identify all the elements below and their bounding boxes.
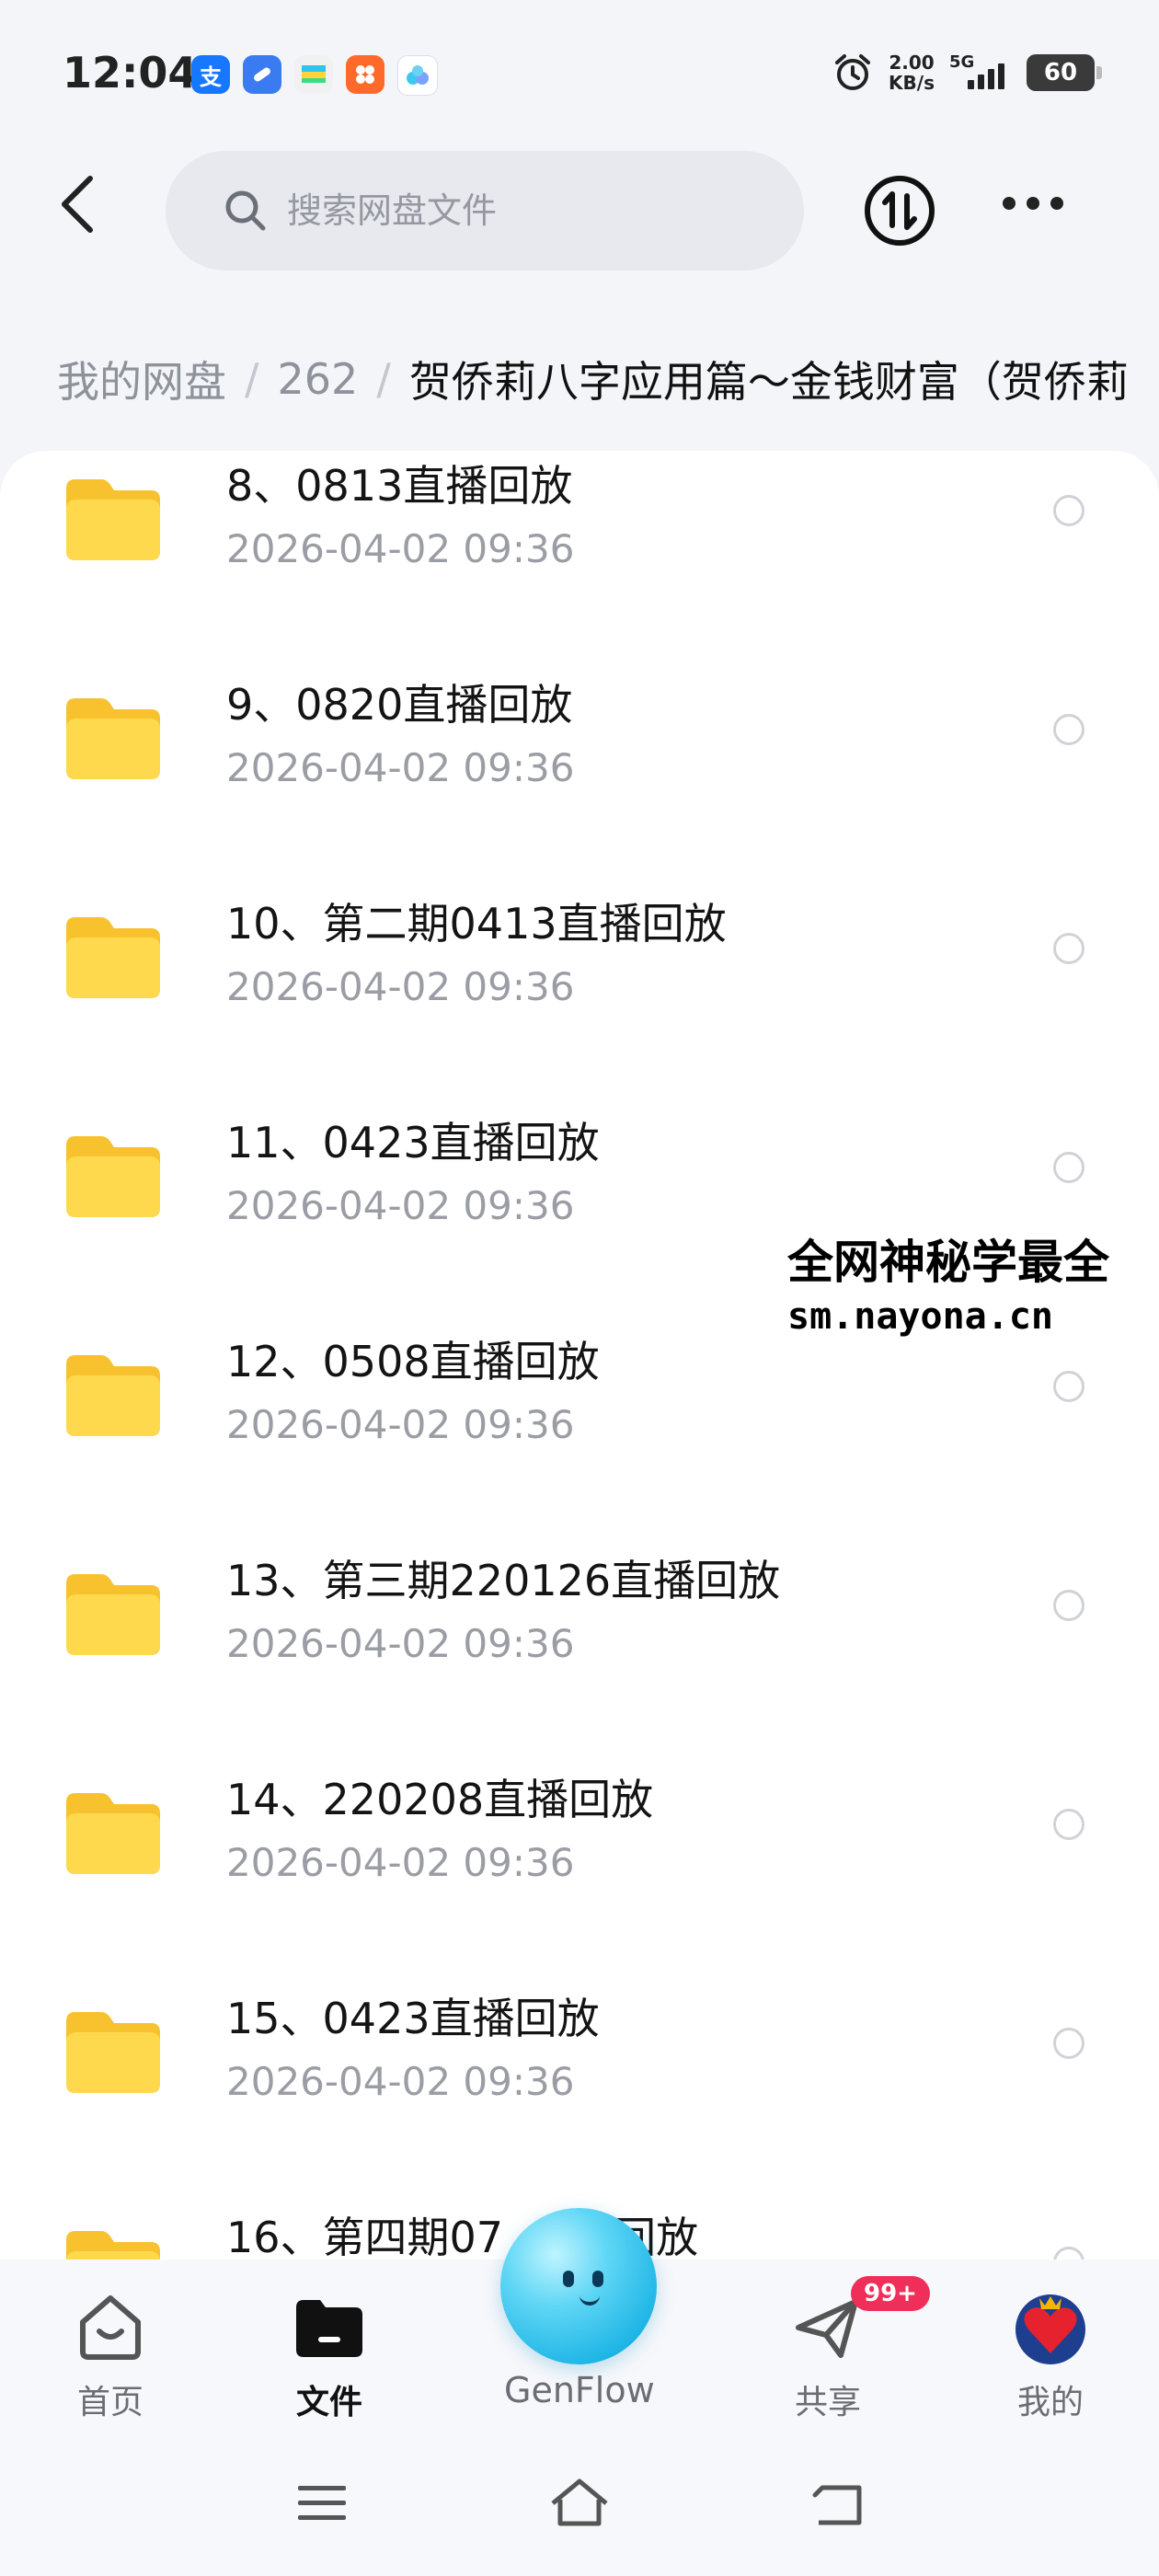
folder-icon (66, 917, 160, 998)
folder-icon (66, 1355, 160, 1436)
menu-icon (298, 2486, 346, 2520)
breadcrumb-root[interactable]: 我的网盘 (57, 349, 226, 409)
share-badge: 99+ (851, 2276, 930, 2311)
file-name: 8、0813直播回放 (226, 461, 573, 511)
genflow-mascot-button[interactable] (500, 2208, 657, 2364)
dot-icon (1050, 197, 1063, 210)
select-radio[interactable] (1053, 2028, 1084, 2059)
dot-icon (1003, 197, 1016, 210)
file-name: 14、220208直播回放 (226, 1775, 654, 1824)
select-radio[interactable] (1053, 1809, 1084, 1840)
folder-icon (66, 698, 160, 779)
notification-app-icons: 支 (191, 55, 438, 96)
breadcrumb-current: 贺侨莉八字应用篇～金钱财富（贺侨莉 (408, 357, 1129, 407)
file-date: 2026-04-02 09:36 (226, 2059, 575, 2104)
status-bar: 12:04 支 2.00 KB/s 5G 60 (0, 0, 1159, 147)
system-nav-bar (0, 2434, 1159, 2576)
file-date: 2026-04-02 09:36 (226, 1621, 575, 1666)
breadcrumb-item[interactable]: 262 (278, 354, 359, 404)
folder-icon (66, 1574, 160, 1655)
net-speed: 2.00 KB/s (889, 52, 935, 94)
tab-files-label: 文件 (295, 2384, 362, 2421)
mascot-eye (563, 2271, 574, 2287)
home-button[interactable] (543, 2471, 616, 2536)
back-arrow-icon (62, 176, 93, 233)
back-nav-button[interactable] (800, 2471, 874, 2536)
file-name: 13、第三期220126直播回放 (226, 1556, 781, 1605)
tab-mine-label: 我的 (1016, 2384, 1084, 2421)
dot-icon (1027, 197, 1039, 210)
status-time: 12:04 (63, 48, 198, 98)
list-item[interactable]: 14、220208直播回放 2026-04-02 09:36 (0, 1766, 1159, 1985)
mascot-mouth (580, 2293, 600, 2306)
search-icon (225, 190, 266, 231)
list-item[interactable]: 13、第三期220126直播回放 2026-04-02 09:36 (0, 1547, 1159, 1766)
select-radio[interactable] (1053, 933, 1084, 964)
tab-mine[interactable]: 我的 (977, 2289, 1124, 2423)
home-outline-icon (551, 2478, 608, 2526)
file-list: 8、0813直播回放 2026-04-02 09:36 9、0820直播回放 2… (0, 451, 1159, 2260)
tab-home-label: 首页 (76, 2384, 143, 2421)
app-card-icon (294, 55, 333, 94)
recents-button[interactable] (285, 2471, 359, 2536)
tab-share-label: 共享 (794, 2384, 861, 2421)
file-date: 2026-04-02 09:36 (226, 964, 575, 1009)
back-button[interactable] (40, 167, 114, 241)
folder-icon (66, 1793, 160, 1874)
select-radio[interactable] (1053, 1152, 1084, 1183)
files-icon (296, 2300, 362, 2357)
file-date: 2026-04-02 09:36 (226, 745, 575, 790)
watermark-line2: sm.nayona.cn (787, 1295, 1053, 1338)
file-date: 2026-04-02 09:36 (226, 1402, 575, 1447)
breadcrumb: 我的网盘 / 262 / 贺侨莉八字应用篇～金钱财富（贺侨莉 (57, 342, 1159, 416)
bottom-nav: 首页 文件 GenFlow 共享 99+ 我的 (0, 2208, 1159, 2434)
genflow-small-icon (397, 55, 438, 96)
file-date: 2026-04-02 09:36 (226, 1840, 575, 1885)
signal-icon: 5G (949, 52, 1012, 93)
breadcrumb-separator: / (245, 354, 259, 404)
sort-button[interactable] (863, 174, 936, 247)
breadcrumb-separator: / (376, 354, 391, 404)
watermark-line1: 全网神秘学最全 (787, 1236, 1109, 1289)
file-name: 11、0423直播回放 (226, 1118, 600, 1167)
tab-genflow-label[interactable]: GenFlow (504, 2370, 655, 2410)
battery-icon: 60 (1027, 54, 1102, 91)
file-date: 2026-04-02 09:36 (226, 1183, 575, 1228)
file-date: 2026-04-02 09:36 (226, 526, 575, 571)
tab-files[interactable]: 文件 (256, 2289, 403, 2423)
search-input[interactable] (285, 190, 767, 232)
select-radio[interactable] (1053, 495, 1084, 526)
folder-icon (66, 479, 160, 560)
watermark: 全网神秘学最全 sm.nayona.cn (787, 1225, 1109, 1338)
avatar-heart-icon (1016, 2294, 1085, 2364)
search-bar[interactable] (166, 151, 804, 270)
file-name: 12、0508直播回放 (226, 1337, 600, 1386)
back-nav-icon (812, 2485, 862, 2525)
list-item[interactable]: 8、0813直播回放 2026-04-02 09:36 (0, 453, 1159, 672)
select-radio[interactable] (1053, 2247, 1084, 2260)
app-blue-icon (243, 55, 281, 94)
list-item[interactable]: 15、0423直播回放 2026-04-02 09:36 (0, 1985, 1159, 2204)
app-orange-icon (346, 55, 384, 94)
list-item[interactable]: 10、第二期0413直播回放 2026-04-02 09:36 (0, 891, 1159, 1110)
file-name: 9、0820直播回放 (226, 680, 573, 730)
alipay-icon: 支 (191, 55, 230, 94)
select-radio[interactable] (1053, 1371, 1084, 1402)
home-icon (80, 2295, 141, 2360)
tab-home[interactable]: 首页 (37, 2289, 184, 2423)
folder-icon (66, 2231, 160, 2260)
file-name: 15、0423直播回放 (226, 1994, 600, 2043)
folder-icon (66, 1136, 160, 1217)
list-item[interactable]: 9、0820直播回放 2026-04-02 09:36 (0, 672, 1159, 891)
file-name: 10、第二期0413直播回放 (226, 899, 727, 949)
alarm-icon (835, 54, 871, 90)
system-status: 2.00 KB/s 5G 60 (832, 52, 1102, 94)
folder-icon (66, 2012, 160, 2093)
select-radio[interactable] (1053, 1590, 1084, 1621)
more-options-button[interactable] (1003, 190, 1073, 217)
select-radio[interactable] (1053, 714, 1084, 745)
mascot-eye (592, 2271, 603, 2287)
sort-icon (865, 176, 935, 246)
list-item[interactable]: 12、0508直播回放 2026-04-02 09:36 (0, 1328, 1159, 1547)
